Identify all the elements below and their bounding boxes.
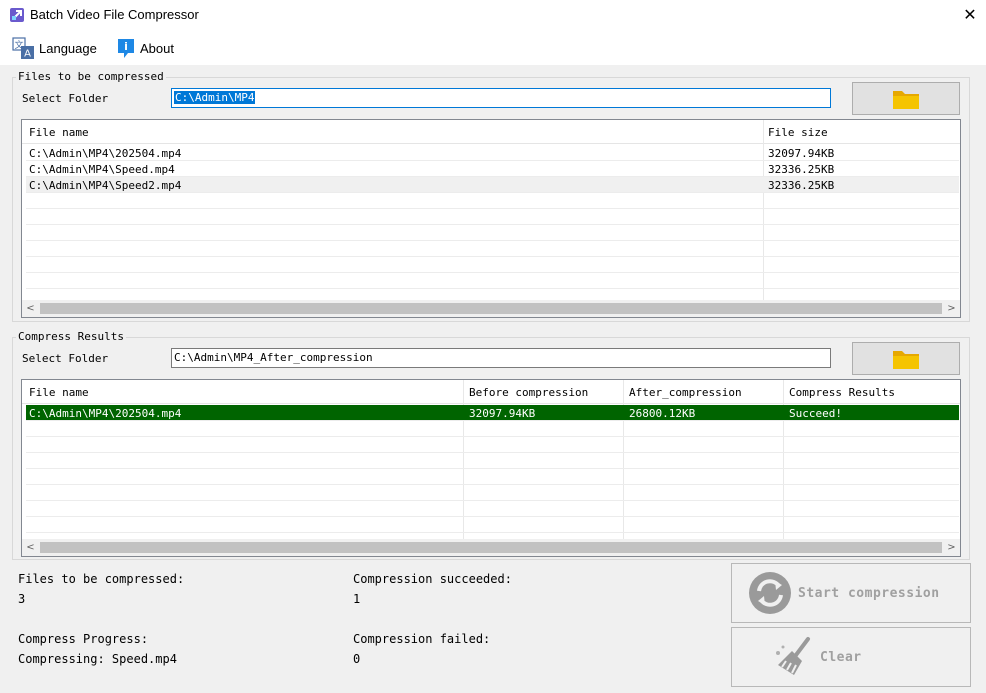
source-folder-label: Select Folder (22, 92, 109, 105)
column-header-result[interactable]: Compress Results (789, 386, 895, 399)
source-folder-input[interactable]: C:\Admin\MP4 (171, 88, 831, 108)
svg-text:i: i (124, 40, 128, 53)
file-name-cell: C:\Admin\MP4\202504.mp4 (29, 407, 182, 420)
empty-row (26, 453, 959, 469)
before-size-cell: 32097.94KB (469, 407, 536, 420)
scrollbar-thumb[interactable] (40, 542, 942, 553)
language-icon: 文 A (12, 36, 34, 59)
menu-language[interactable]: 文 A Language (12, 36, 97, 60)
results-folder-input[interactable]: C:\Admin\MP4_After_compression (171, 348, 831, 368)
file-name-cell: C:\Admin\MP4\Speed2.mp4 (29, 179, 182, 192)
empty-row (26, 257, 959, 273)
files-count-value: 3 (18, 592, 26, 606)
column-header-file-name[interactable]: File name (29, 126, 89, 139)
empty-row (26, 421, 959, 437)
results-folder-label: Select Folder (22, 352, 109, 365)
scroll-left-icon[interactable]: < (22, 539, 39, 556)
column-header-file-size[interactable]: File size (768, 126, 828, 139)
start-compression-label: Start compression (798, 585, 940, 601)
empty-row (26, 469, 959, 485)
table-row[interactable]: C:\Admin\MP4\202504.mp4 32097.94KB (26, 145, 959, 161)
failed-value: 0 (353, 652, 361, 666)
clear-button[interactable]: Clear (731, 627, 971, 687)
results-folder-value: C:\Admin\MP4_After_compression (174, 351, 373, 364)
empty-row (26, 193, 959, 209)
empty-row (26, 273, 959, 289)
table-row[interactable]: C:\Admin\MP4\Speed2.mp4 32336.25KB (26, 177, 959, 193)
scroll-right-icon[interactable]: > (943, 539, 960, 556)
progress-label: Compress Progress: (18, 632, 149, 646)
source-folder-value: C:\Admin\MP4 (174, 91, 256, 104)
file-size-cell: 32336.25KB (768, 179, 835, 192)
source-group-title: Files to be compressed (16, 70, 166, 83)
empty-row (26, 501, 959, 517)
column-header-after[interactable]: After_compression (629, 386, 742, 399)
table-row[interactable]: C:\Admin\MP4\Speed.mp4 32336.25KB (26, 161, 959, 177)
results-group-title: Compress Results (16, 330, 126, 343)
empty-row (26, 517, 959, 533)
window-title: Batch Video File Compressor (30, 7, 199, 22)
start-compression-button[interactable]: Start compression (731, 563, 971, 623)
file-size-cell: 32097.94KB (768, 147, 835, 160)
scroll-right-icon[interactable]: > (943, 300, 960, 317)
column-header-file-name[interactable]: File name (29, 386, 89, 399)
close-button[interactable]: ✕ (961, 5, 979, 25)
source-browse-button[interactable] (852, 82, 960, 115)
empty-row (26, 209, 959, 225)
results-browse-button[interactable] (852, 342, 960, 375)
file-size-cell: 32336.25KB (768, 163, 835, 176)
after-size-cell: 26800.12KB (629, 407, 696, 420)
succeeded-value: 1 (353, 592, 361, 606)
result-cell: Succeed! (789, 407, 842, 420)
empty-row (26, 241, 959, 257)
horizontal-scrollbar[interactable]: < > (22, 539, 960, 556)
folder-icon (893, 350, 919, 369)
column-header-before[interactable]: Before compression (469, 386, 588, 399)
broom-icon (776, 637, 810, 675)
empty-row (26, 437, 959, 453)
source-file-list[interactable]: File name File size C:\Admin\MP4\202504.… (21, 119, 961, 318)
file-name-cell: C:\Admin\MP4\Speed.mp4 (29, 163, 175, 176)
clear-label: Clear (820, 649, 862, 665)
svg-text:A: A (24, 48, 31, 59)
files-count-label: Files to be compressed: (18, 572, 185, 586)
info-icon: i (118, 39, 134, 58)
folder-icon (893, 90, 919, 109)
results-file-list[interactable]: File name Before compression After_compr… (21, 379, 961, 557)
source-list-header: File name File size (22, 120, 960, 144)
menu-about[interactable]: i About (116, 36, 174, 60)
failed-label: Compression failed: (353, 632, 491, 646)
empty-row (26, 225, 959, 241)
empty-row (26, 485, 959, 501)
refresh-icon (749, 572, 791, 614)
table-row[interactable]: C:\Admin\MP4\202504.mp4 32097.94KB 26800… (26, 405, 959, 421)
progress-value: Compressing: Speed.mp4 (18, 652, 177, 666)
scrollbar-thumb[interactable] (40, 303, 942, 314)
menu-about-label: About (140, 40, 174, 56)
app-icon (10, 8, 24, 22)
menu-language-label: Language (39, 40, 97, 56)
succeeded-label: Compression succeeded: (353, 572, 512, 586)
scroll-left-icon[interactable]: < (22, 300, 39, 317)
horizontal-scrollbar[interactable]: < > (22, 300, 960, 317)
results-list-header: File name Before compression After_compr… (22, 380, 960, 404)
file-name-cell: C:\Admin\MP4\202504.mp4 (29, 147, 182, 160)
